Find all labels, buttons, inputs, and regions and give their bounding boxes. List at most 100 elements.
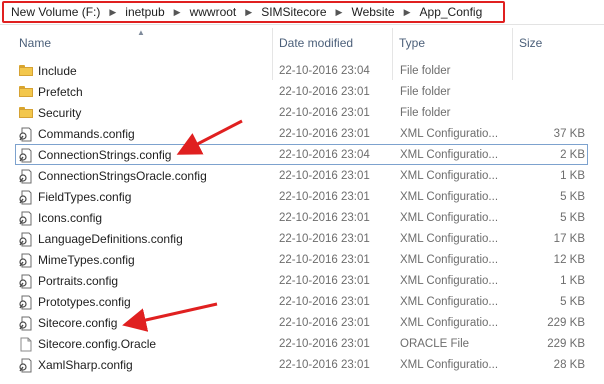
breadcrumb-inetpub[interactable]: inetpub bbox=[122, 5, 167, 19]
table-row-selected[interactable]: ConnectionStrings.config 22-10-2016 23:04… bbox=[15, 144, 588, 165]
file-name: Sitecore.config.Oracle bbox=[38, 337, 157, 351]
file-name: LanguageDefinitions.config bbox=[38, 232, 183, 246]
table-row[interactable]: Sitecore.config 22-10-2016 23:01 XML Confi… bbox=[15, 312, 588, 333]
file-date-modified: 22-10-2016 23:01 bbox=[279, 107, 370, 119]
file-date-modified: 22-10-2016 23:01 bbox=[279, 275, 370, 287]
file-list: Include 22-10-2016 23:04 File folder Prefet… bbox=[0, 60, 604, 375]
table-row[interactable]: Icons.config 22-10-2016 23:01 XML Configur… bbox=[15, 207, 588, 228]
file-name: ConnectionStringsOracle.config bbox=[38, 169, 207, 183]
folder-icon bbox=[19, 107, 33, 118]
address-bar[interactable]: New Volume (F:) ▶ inetpub ▶ wwwroot ▶ SI… bbox=[0, 0, 604, 25]
file-type: XML Configuratio... bbox=[400, 212, 499, 224]
breadcrumb-website[interactable]: Website bbox=[348, 5, 397, 19]
file-date-modified: 22-10-2016 23:01 bbox=[279, 128, 370, 140]
file-name: XamlSharp.config bbox=[38, 358, 133, 372]
table-row[interactable]: LanguageDefinitions.config 22-10-2016 23:… bbox=[15, 228, 588, 249]
file-date-modified: 22-10-2016 23:01 bbox=[279, 86, 370, 98]
config-file-icon bbox=[19, 358, 32, 373]
file-size: 229 KB bbox=[547, 317, 585, 329]
config-file-icon bbox=[19, 316, 32, 331]
file-date-modified: 22-10-2016 23:01 bbox=[279, 296, 370, 308]
file-date-modified: 22-10-2016 23:04 bbox=[279, 65, 370, 77]
file-name: Prefetch bbox=[38, 85, 83, 99]
table-row[interactable]: Commands.config 22-10-2016 23:01 XML Confi… bbox=[15, 123, 588, 144]
file-size: 12 KB bbox=[553, 254, 585, 266]
table-row[interactable]: Prefetch 22-10-2016 23:01 File folder bbox=[15, 81, 588, 102]
file-name: MimeTypes.config bbox=[38, 253, 135, 267]
file-size: 37 KB bbox=[553, 128, 585, 140]
table-row[interactable]: MimeTypes.config 22-10-2016 23:01 XML Conf… bbox=[15, 249, 588, 270]
config-file-icon bbox=[19, 232, 32, 247]
file-type: XML Configuratio... bbox=[400, 191, 499, 203]
table-row[interactable]: FieldTypes.config 22-10-2016 23:01 XML Con… bbox=[15, 186, 588, 207]
blank-file-icon bbox=[20, 337, 32, 352]
file-date-modified: 22-10-2016 23:01 bbox=[279, 170, 370, 182]
column-header-type[interactable]: Type bbox=[399, 36, 425, 50]
file-name: Icons.config bbox=[38, 211, 103, 225]
folder-icon bbox=[19, 65, 33, 76]
file-date-modified: 22-10-2016 23:01 bbox=[279, 338, 370, 350]
table-row[interactable]: Include 22-10-2016 23:04 File folder bbox=[15, 60, 588, 81]
file-size: 5 KB bbox=[560, 296, 585, 308]
file-type: XML Configuratio... bbox=[400, 317, 499, 329]
table-row[interactable]: Portraits.config 22-10-2016 23:01 XML Conf… bbox=[15, 270, 588, 291]
column-header-name[interactable]: Name bbox=[19, 36, 51, 50]
file-date-modified: 22-10-2016 23:01 bbox=[279, 212, 370, 224]
file-type: XML Configuratio... bbox=[400, 170, 499, 182]
file-name: FieldTypes.config bbox=[38, 190, 132, 204]
file-type: XML Configuratio... bbox=[400, 296, 499, 308]
file-name: Include bbox=[38, 64, 77, 78]
file-date-modified: 22-10-2016 23:01 bbox=[279, 254, 370, 266]
file-name: Commands.config bbox=[38, 127, 135, 141]
file-name: Portraits.config bbox=[38, 274, 119, 288]
breadcrumb-simsitecore[interactable]: SIMSitecore bbox=[258, 5, 329, 19]
table-row[interactable]: Prototypes.config 22-10-2016 23:01 XML Con… bbox=[15, 291, 588, 312]
file-name: ConnectionStrings.config bbox=[38, 148, 172, 162]
file-type: XML Configuratio... bbox=[400, 128, 499, 140]
file-type: XML Configuratio... bbox=[400, 233, 499, 245]
chevron-right-icon[interactable]: ▶ bbox=[398, 7, 417, 18]
file-type: XML Configuratio... bbox=[400, 359, 499, 371]
config-file-icon bbox=[19, 274, 32, 289]
file-type: File folder bbox=[400, 107, 451, 119]
file-size: 229 KB bbox=[547, 338, 585, 350]
file-size: 1 KB bbox=[560, 275, 585, 287]
breadcrumb-wwwroot[interactable]: wwwroot bbox=[187, 5, 240, 19]
config-file-icon bbox=[19, 127, 32, 142]
chevron-right-icon[interactable]: ▶ bbox=[103, 7, 122, 18]
breadcrumb-app-config[interactable]: App_Config bbox=[417, 5, 486, 19]
file-date-modified: 22-10-2016 23:01 bbox=[279, 359, 370, 371]
config-file-icon bbox=[19, 148, 32, 163]
config-file-icon bbox=[19, 295, 32, 310]
file-name: Security bbox=[38, 106, 82, 120]
breadcrumb: New Volume (F:) ▶ inetpub ▶ wwwroot ▶ SI… bbox=[2, 1, 506, 23]
file-date-modified: 22-10-2016 23:01 bbox=[279, 233, 370, 245]
table-row[interactable]: XamlSharp.config 22-10-2016 23:01 XML Conf… bbox=[15, 354, 588, 375]
column-header-size[interactable]: Size bbox=[519, 36, 542, 50]
file-type: XML Configuratio... bbox=[400, 254, 499, 266]
file-type: XML Configuratio... bbox=[400, 275, 499, 287]
table-row[interactable]: ConnectionStringsOracle.config 22-10-2016… bbox=[15, 165, 588, 186]
chevron-right-icon[interactable]: ▶ bbox=[330, 7, 349, 18]
table-row[interactable]: Security 22-10-2016 23:01 File folder bbox=[15, 102, 588, 123]
breadcrumb-new-volume[interactable]: New Volume (F:) bbox=[8, 5, 103, 19]
file-type: ORACLE File bbox=[400, 338, 470, 350]
file-size: 5 KB bbox=[560, 212, 585, 224]
file-type: File folder bbox=[400, 65, 451, 77]
file-type: File folder bbox=[400, 86, 451, 98]
file-size: 1 KB bbox=[560, 170, 585, 182]
file-size: 28 KB bbox=[553, 359, 585, 371]
file-type: XML Configuratio... bbox=[400, 149, 499, 161]
file-date-modified: 22-10-2016 23:04 bbox=[279, 149, 370, 161]
file-name: Sitecore.config bbox=[38, 316, 118, 330]
chevron-right-icon[interactable]: ▶ bbox=[168, 7, 187, 18]
file-size: 2 KB bbox=[560, 149, 585, 161]
config-file-icon bbox=[19, 169, 32, 184]
file-date-modified: 22-10-2016 23:01 bbox=[279, 191, 370, 203]
file-size: 5 KB bbox=[560, 191, 585, 203]
table-row[interactable]: Sitecore.config.Oracle 22-10-2016 23:01 OR… bbox=[15, 333, 588, 354]
column-header-date-modified[interactable]: Date modified bbox=[279, 36, 353, 50]
sort-ascending-icon: ▲ bbox=[137, 28, 145, 37]
config-file-icon bbox=[19, 253, 32, 268]
chevron-right-icon[interactable]: ▶ bbox=[239, 7, 258, 18]
